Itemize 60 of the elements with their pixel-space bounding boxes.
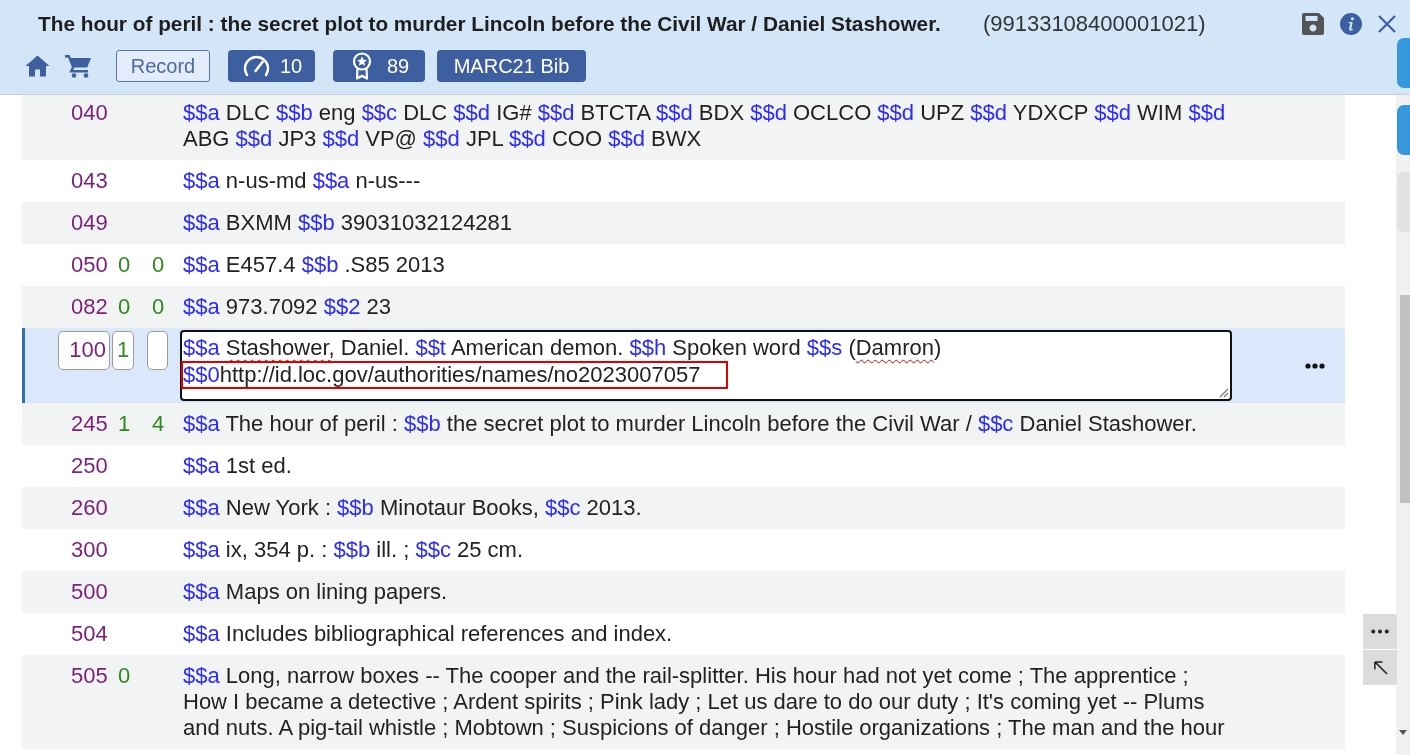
record-id: (99133108400001021) xyxy=(982,11,1206,37)
tag-field[interactable]: 100 xyxy=(58,331,110,370)
misspelled-word: Stashower, xyxy=(225,335,335,360)
field-tag: 500 xyxy=(71,579,113,605)
field-tag: 043 xyxy=(71,168,113,194)
record-button[interactable]: Record xyxy=(116,50,210,82)
format-button[interactable]: MARC21 Bib xyxy=(437,50,586,82)
resize-grip-icon[interactable] xyxy=(1219,388,1229,398)
annotation-frame: $$0http://id.loc.gov/authorities/names/no2023007057 xyxy=(181,361,729,389)
indicator-field[interactable] xyxy=(147,331,168,370)
field-content: $$a n-us-md $$a n-us--- xyxy=(182,168,422,194)
indicator-field[interactable]: 1 xyxy=(112,331,134,370)
indicator: 4 xyxy=(151,411,166,437)
field-tag: 040 xyxy=(71,100,113,126)
home-icon[interactable] xyxy=(25,55,50,77)
gauge-icon xyxy=(243,54,270,78)
field-content: $$a 973.7092 $$2 23 xyxy=(182,294,392,320)
record-title: The hour of peril : the secret plot to murder Lincoln before the Civil War / Daniel Stashower. xyxy=(38,12,941,36)
indicator: 0 xyxy=(117,252,132,278)
scrollbar-thumb[interactable] xyxy=(1400,295,1410,503)
up-left-arrow-button[interactable] xyxy=(1363,650,1397,685)
field-content: $$a Maps on lining papers. xyxy=(182,579,449,605)
subfield-editor[interactable]: $$a Stashower, Daniel. $$t American demon. $$h Spoken word $$s (Damron) $$0http://id.loc.gov/authorities/names/no2023007057 xyxy=(180,330,1232,401)
field-tag: 050 xyxy=(71,252,113,278)
award-ribbon-icon xyxy=(352,52,372,80)
up-left-arrow-icon xyxy=(1372,660,1388,675)
field-tag: 300 xyxy=(71,537,113,563)
more-icon[interactable] xyxy=(1305,362,1325,369)
field-tag: 049 xyxy=(71,210,113,236)
field-tag: 250 xyxy=(71,453,113,479)
gauge-count-button[interactable]: 10 xyxy=(228,50,315,82)
misspelled-word: Damron xyxy=(855,335,934,360)
field-tag: 245 xyxy=(71,411,113,437)
indicator: 0 xyxy=(151,252,166,278)
field-content: $$a DLC $$b eng $$c DLC $$d IG# $$d BTCTA $$d BDX $$d OCLCO $$d UPZ $$d YDXCP $$d WIM $$d ABG $$d JP3 $$d VP@ $$d JPL $$d COO $$d BWX xyxy=(182,100,1227,152)
field-content: $$a The hour of peril : $$b the secret plot to murder Lincoln before the Civil War / $$c Daniel Stashower. xyxy=(182,411,1198,437)
field-tag: 504 xyxy=(71,621,113,647)
field-content: $$a Includes bibliographical references and index. xyxy=(182,621,674,647)
indicator: 0 xyxy=(117,294,132,320)
field-content: $$a BXMM $$b 39031032124281 xyxy=(182,210,514,236)
indicator: 1 xyxy=(117,411,132,437)
field-tag: 260 xyxy=(71,495,113,521)
field-content: $$a 1st ed. xyxy=(182,453,293,479)
info-icon[interactable] xyxy=(1340,13,1362,35)
close-icon[interactable] xyxy=(1378,15,1396,33)
award-count-button[interactable]: 89 xyxy=(333,50,425,82)
indicator: 0 xyxy=(117,663,132,689)
scroll-down-arrow-icon[interactable] xyxy=(1399,730,1407,735)
field-content: $$a E457.4 $$b .S85 2013 xyxy=(182,252,446,278)
cart-icon[interactable] xyxy=(65,54,92,78)
side-tab[interactable] xyxy=(1397,105,1410,155)
save-icon[interactable] xyxy=(1302,13,1324,35)
field-content: $$a ix, 354 p. : $$b ill. ; $$c 25 cm. xyxy=(182,537,525,563)
field-content: $$a Long, narrow boxes -- The cooper and the rail-splitter. His hour had not yet come ; The apprentice ; How I became a detective ; Ardent spirits ; Pink lady ; Let us dare to do our duty ; It's coming yet -- Plums and nuts. A pig-tail whistle ; Mobtown ; Suspicions of danger ; Hostile organizations ; The man and the hour xyxy=(182,663,1226,741)
field-tag: 082 xyxy=(71,294,113,320)
more-button[interactable] xyxy=(1363,614,1397,649)
field-content: $$a New York : $$b Minotaur Books, $$c 2013. xyxy=(182,495,643,521)
field-tag: 505 xyxy=(71,663,113,689)
indicator: 0 xyxy=(151,294,166,320)
more-icon xyxy=(1371,629,1389,634)
